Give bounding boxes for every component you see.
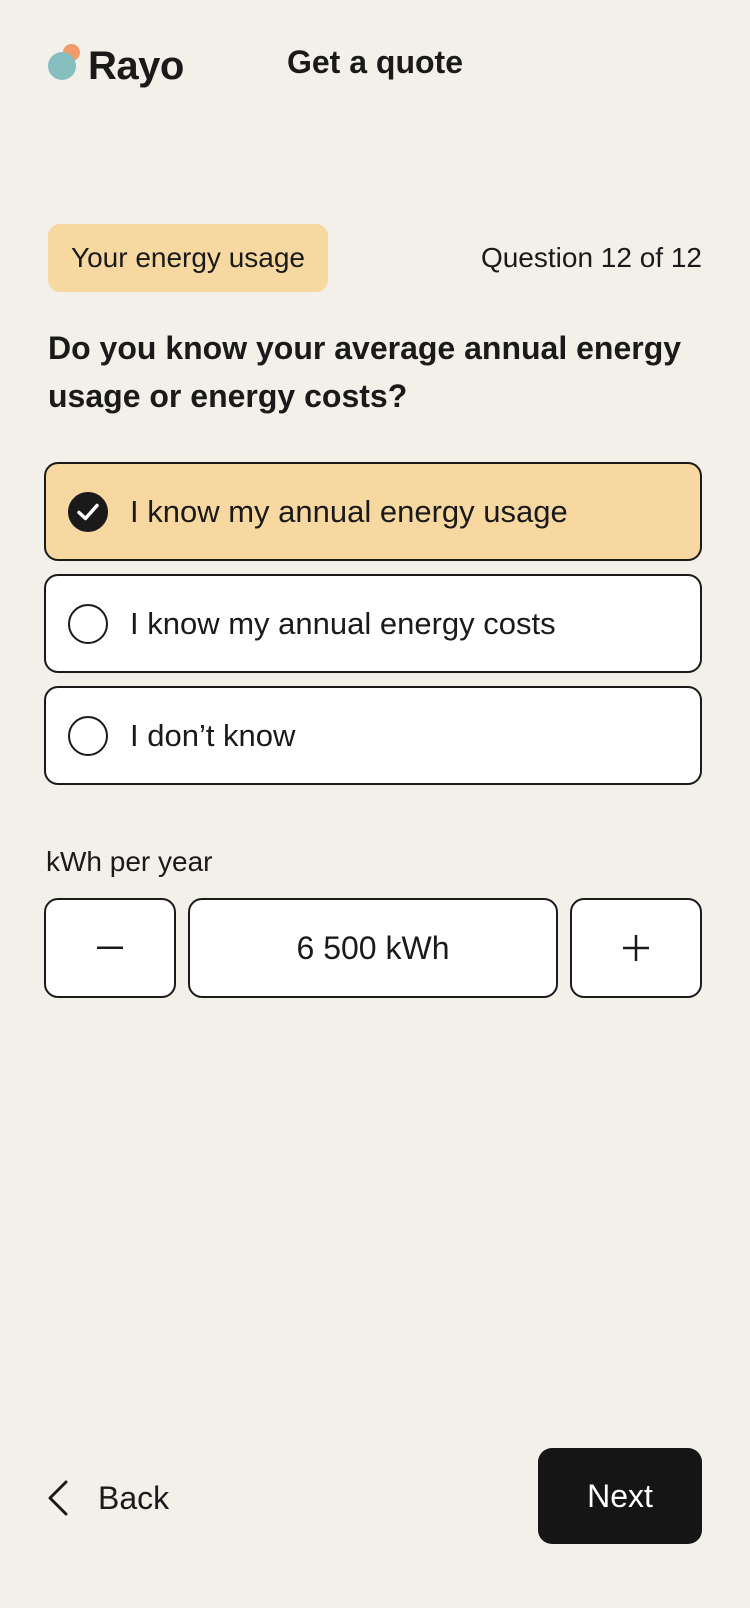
option-label: I know my annual energy usage [130,493,568,529]
question-text: Do you know your average annual energy u… [48,330,682,414]
back-label: Back [98,1479,170,1516]
option-know-usage[interactable]: I know my annual energy usage [44,462,702,561]
logo-mark-icon [48,44,82,86]
brand-name: Rayo [88,43,184,88]
check-circle-icon [68,491,108,532]
next-button[interactable]: Next [538,1448,702,1544]
radio-empty-icon [68,715,108,756]
logo-teal-dot [48,52,76,80]
minus-icon [97,946,123,949]
option-label: I don’t know [130,717,296,753]
option-label: I know my annual energy costs [130,605,556,641]
plus-icon [623,935,649,961]
back-button[interactable]: Back [44,1474,169,1522]
page-title: Get a quote [286,44,463,80]
answer-options: I know my annual energy usage I know my … [44,462,702,798]
decrease-button[interactable] [44,898,176,998]
kwh-stepper: 6 500 kWh [44,898,702,998]
section-badge: Your energy usage [48,224,328,292]
chevron-left-icon [48,1480,68,1516]
stepper-label: kWh per year [46,846,213,877]
question-counter: Question 12 of 12 [480,242,702,273]
option-know-costs[interactable]: I know my annual energy costs [44,574,702,673]
radio-empty-icon [68,603,108,644]
option-dont-know[interactable]: I don’t know [44,686,702,785]
increase-button[interactable] [570,898,702,998]
kwh-value-field[interactable]: 6 500 kWh [188,898,558,998]
brand-logo[interactable]: Rayo [48,40,184,90]
